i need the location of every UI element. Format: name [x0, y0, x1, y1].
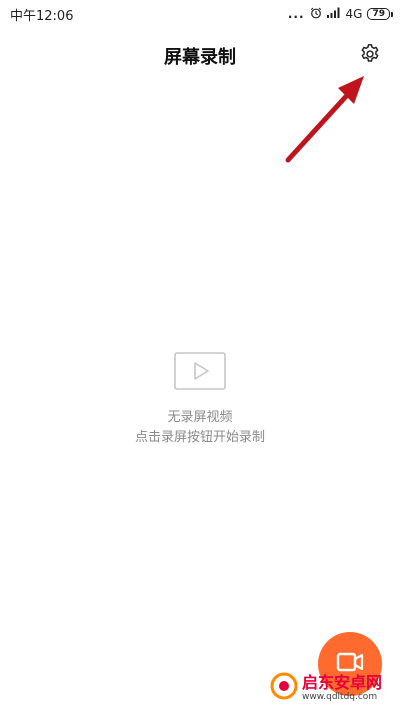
empty-hint: 点击录屏按钮开始录制 [134, 430, 265, 445]
battery-indicator: 79 [367, 8, 393, 20]
alarm-icon [310, 7, 322, 22]
empty-title: 无录屏视频 [167, 410, 233, 425]
empty-state: 无录屏视频 点击录屏按钮开始录制 [0, 352, 400, 448]
status-bar: 中午12:06 ... 4G 79 [0, 0, 400, 28]
gear-icon [359, 43, 381, 69]
watermark: 启东安卓网 www.qdltdq.com [270, 668, 398, 708]
settings-button[interactable] [358, 44, 382, 68]
notification-dots: ... [287, 7, 305, 21]
annotation-arrow [280, 70, 370, 170]
title-bar: 屏幕录制 [0, 38, 400, 74]
watermark-url: www.qdltdq.com [302, 691, 378, 702]
video-placeholder-icon [174, 352, 226, 396]
signal-icon [326, 7, 341, 21]
status-icons: ... 4G 79 [287, 7, 393, 22]
watermark-logo-icon [270, 672, 298, 704]
watermark-title: 启东安卓网 [302, 672, 383, 692]
status-time: 中午12:06 [10, 8, 74, 24]
network-type: 4G [345, 7, 363, 21]
page-title: 屏幕录制 [164, 47, 236, 68]
